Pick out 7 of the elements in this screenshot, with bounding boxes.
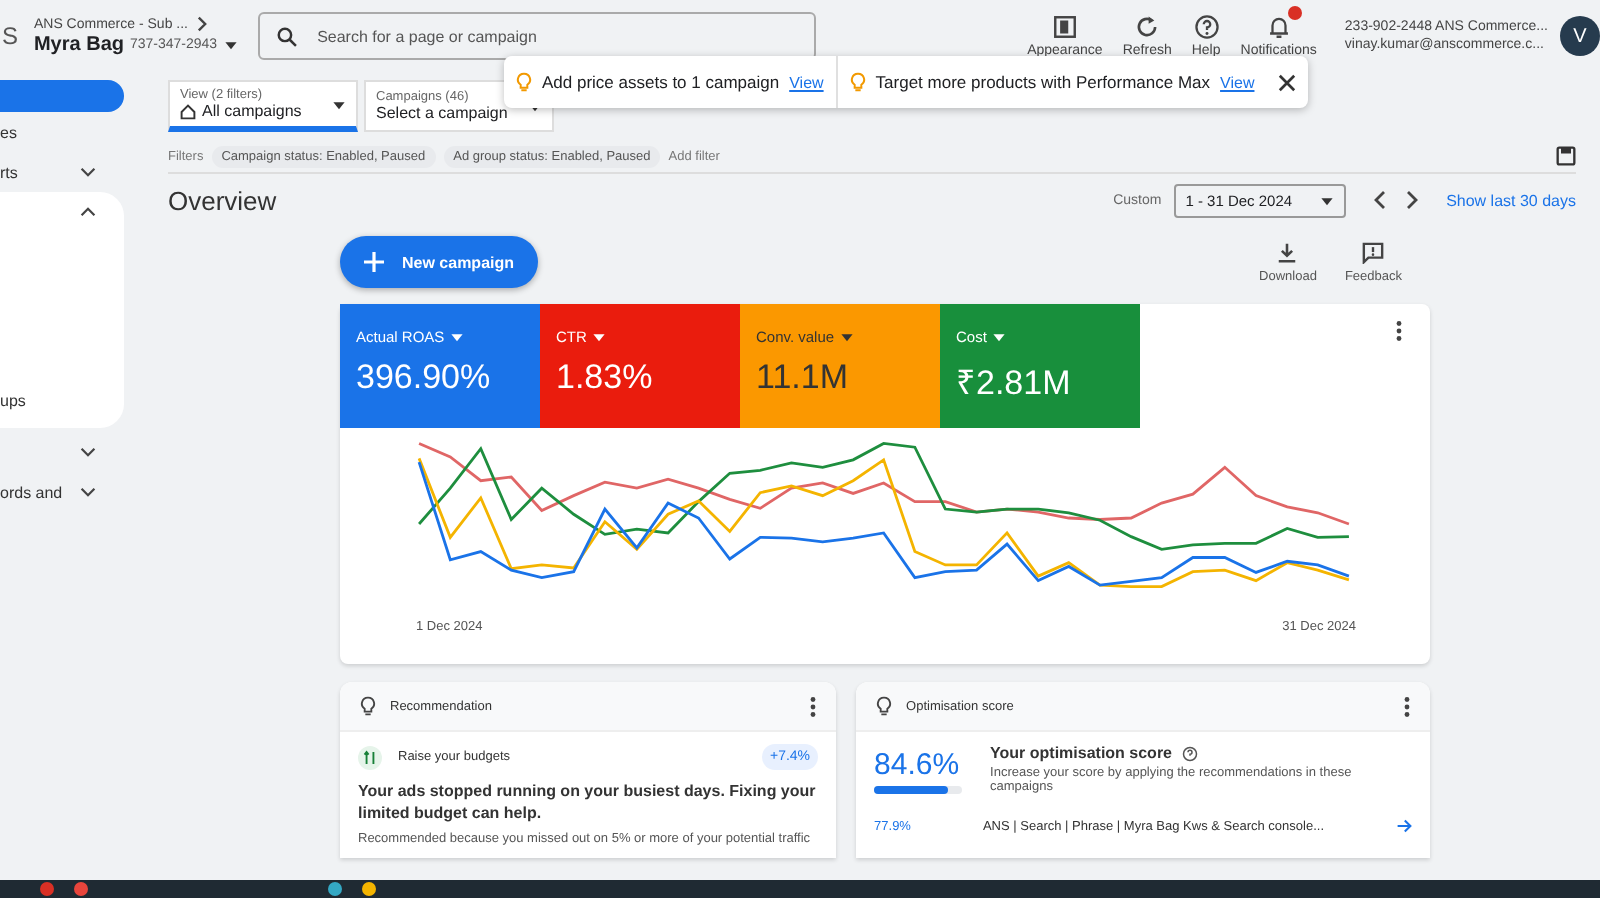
account-name: Myra Bag <box>33 34 124 56</box>
optimisation-score: 84.6% <box>874 748 962 782</box>
logo-fragment: S <box>2 22 21 50</box>
suggestion-text: Target more products with Performance Max <box>875 72 1211 92</box>
page-title: Overview <box>168 185 277 215</box>
recommendation-headline: Your ads stopped running on your busiest days. Fixing your limited budget can help. <box>358 782 818 826</box>
score-heading: Your optimisation score <box>990 744 1173 762</box>
